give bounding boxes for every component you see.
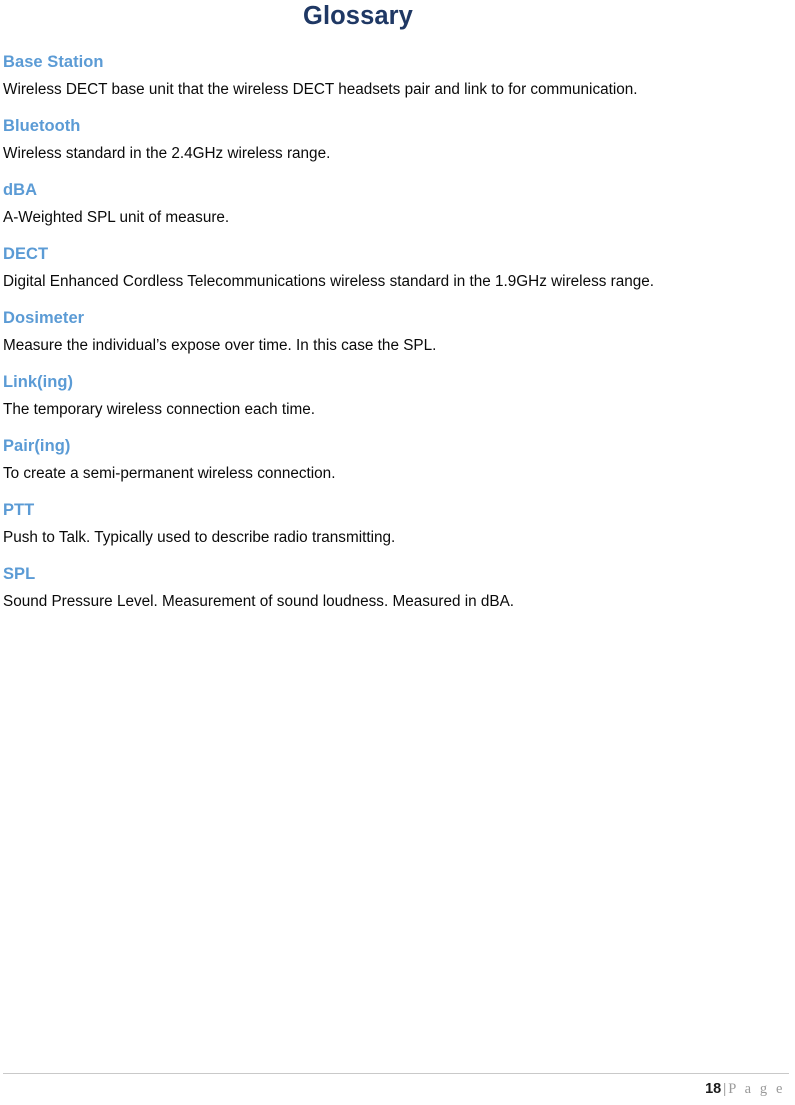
footer-page-number: 18 <box>705 1081 722 1097</box>
glossary-entry: dBA A-Weighted SPL unit of measure. <box>3 179 713 230</box>
glossary-definition: Sound Pressure Level. Measurement of sou… <box>3 593 515 610</box>
glossary-entry: DECT Digital Enhanced Cordless Telecommun… <box>3 243 713 294</box>
glossary-term: dBA <box>3 181 38 199</box>
glossary-entry: PTT Push to Talk. Typically used to descr… <box>3 499 713 550</box>
glossary-term: Bluetooth <box>3 117 81 135</box>
glossary-term: Link(ing) <box>3 373 74 391</box>
page-title: Glossary <box>303 2 413 30</box>
glossary-definition: The temporary wireless connection each t… <box>3 401 316 418</box>
page-footer: 18 | P a g e <box>3 1073 789 1100</box>
glossary-definition: Measure the individual’s expose over tim… <box>3 337 437 354</box>
glossary-definition: Wireless standard in the 2.4GHz wireless… <box>3 145 331 162</box>
glossary-definition: Push to Talk. Typically used to describe… <box>3 529 396 546</box>
glossary-term: SPL <box>3 565 36 583</box>
glossary-term: Dosimeter <box>3 309 85 327</box>
glossary-definition: A-Weighted SPL unit of measure. <box>3 209 230 226</box>
glossary-definition: Digital Enhanced Cordless Telecommunicat… <box>3 273 654 290</box>
glossary-definition: Wireless DECT base unit that the wireles… <box>3 81 638 98</box>
glossary-entry: Bluetooth Wireless standard in the 2.4GHz… <box>3 115 713 166</box>
glossary-entry: Dosimeter Measure the individual’s expose… <box>3 307 713 358</box>
document-page: Glossary Base Station Wireless DECT base … <box>0 0 795 1105</box>
glossary-term: DECT <box>3 245 49 263</box>
glossary-entry: SPL Sound Pressure Level. Measurement of … <box>3 563 713 614</box>
glossary-definition: To create a semi-permanent wireless conn… <box>3 465 336 482</box>
glossary-entry-list: Base Station Wireless DECT base unit that… <box>3 51 713 614</box>
glossary-entry: Pair(ing) To create a semi-permanent wire… <box>3 435 713 486</box>
glossary-term: PTT <box>3 501 35 519</box>
glossary-content: Glossary Base Station Wireless DECT base … <box>3 0 713 627</box>
glossary-entry: Base Station Wireless DECT base unit that… <box>3 51 713 102</box>
glossary-entry: Link(ing) The temporary wireless connecti… <box>3 371 713 422</box>
footer-page-label: P a g e <box>728 1081 785 1097</box>
glossary-term: Base Station <box>3 53 104 71</box>
footer-page-indicator: 18 | P a g e <box>3 1074 789 1100</box>
glossary-term: Pair(ing) <box>3 437 71 455</box>
